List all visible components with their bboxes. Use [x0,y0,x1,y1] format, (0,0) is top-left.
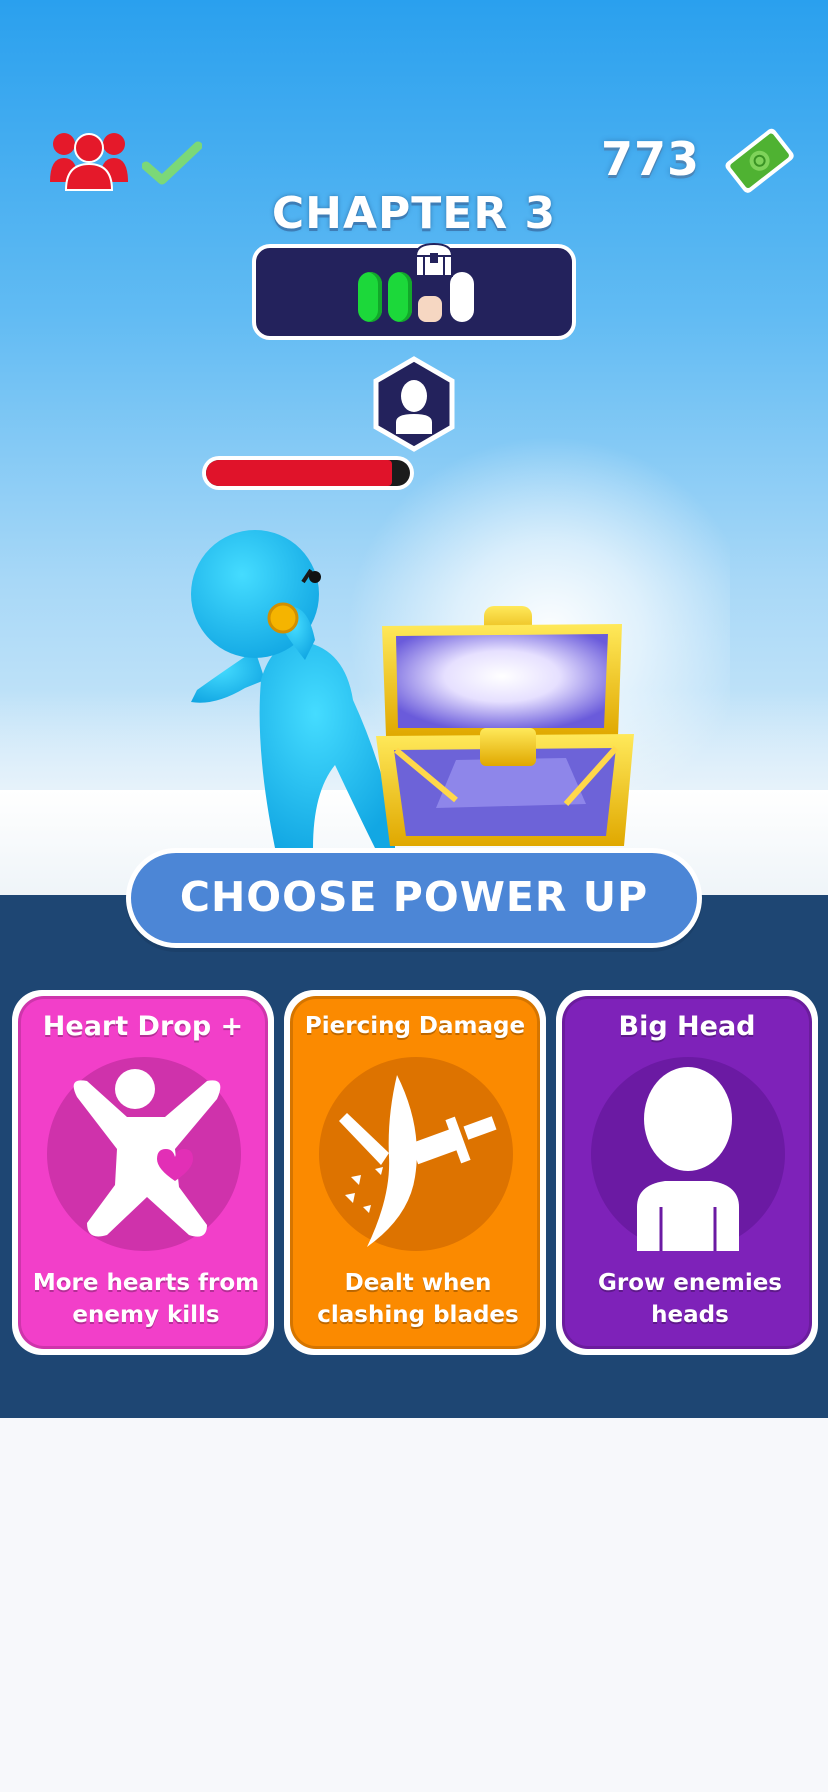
treasure-chest [376,606,634,846]
game-scene: 773 CHAPTER 3 [0,0,828,895]
card-description: Dealt when clashing blades [301,1267,535,1331]
checkmark-icon [142,141,202,185]
big-head-figure-icon [637,1067,739,1251]
card-body: Heart Drop + More hearts from enemy kill… [18,996,268,1349]
card-description-line: heads [651,1302,729,1328]
powerup-card-heart-drop[interactable]: Heart Drop + More hearts from enemy kill… [12,990,274,1355]
card-description-line: Grow enemies [598,1270,782,1296]
stage-pill-done [388,272,412,322]
card-description-line: enemy kills [72,1302,220,1328]
card-description: Grow enemies heads [573,1267,807,1331]
card-description: More hearts from enemy kills [29,1267,263,1331]
card-title: Big Head [618,1011,756,1042]
chapter-title: CHAPTER 3 [271,188,557,239]
powerup-card-big-head[interactable]: Big Head Grow enemies heads [556,990,818,1355]
card-title: Heart Drop + [42,1011,244,1042]
sword-slash-icon [339,1075,497,1247]
stage-pill-done [358,272,382,322]
card-art-circle [47,1057,241,1251]
card-body: Big Head Grow enemies heads [562,996,812,1349]
card-art-circle [591,1057,785,1251]
card-description-line: clashing blades [317,1302,519,1328]
card-description-line: More hearts from [32,1270,260,1296]
stage-pill-current [418,296,442,322]
card-body: Piercing Damage Dealt when clashing blad… [290,996,540,1349]
card-art-circle [319,1057,513,1251]
chapter-progress [252,242,576,340]
choose-power-up-label: CHOOSE POWER UP [179,873,649,921]
player-character [191,530,395,848]
cash-bill-icon [725,128,794,193]
treasure-chest-icon [414,242,454,277]
card-title: Piercing Damage [304,1013,526,1039]
powerup-card-piercing-damage[interactable]: Piercing Damage Dealt when clashing blad… [284,990,546,1355]
three-people-icon[interactable] [48,126,130,192]
heart-figure-icon [73,1069,221,1237]
coin-count: 773 [600,132,700,186]
card-description-line: Dealt when [344,1270,492,1296]
choose-power-up-banner: CHOOSE POWER UP [126,848,702,948]
